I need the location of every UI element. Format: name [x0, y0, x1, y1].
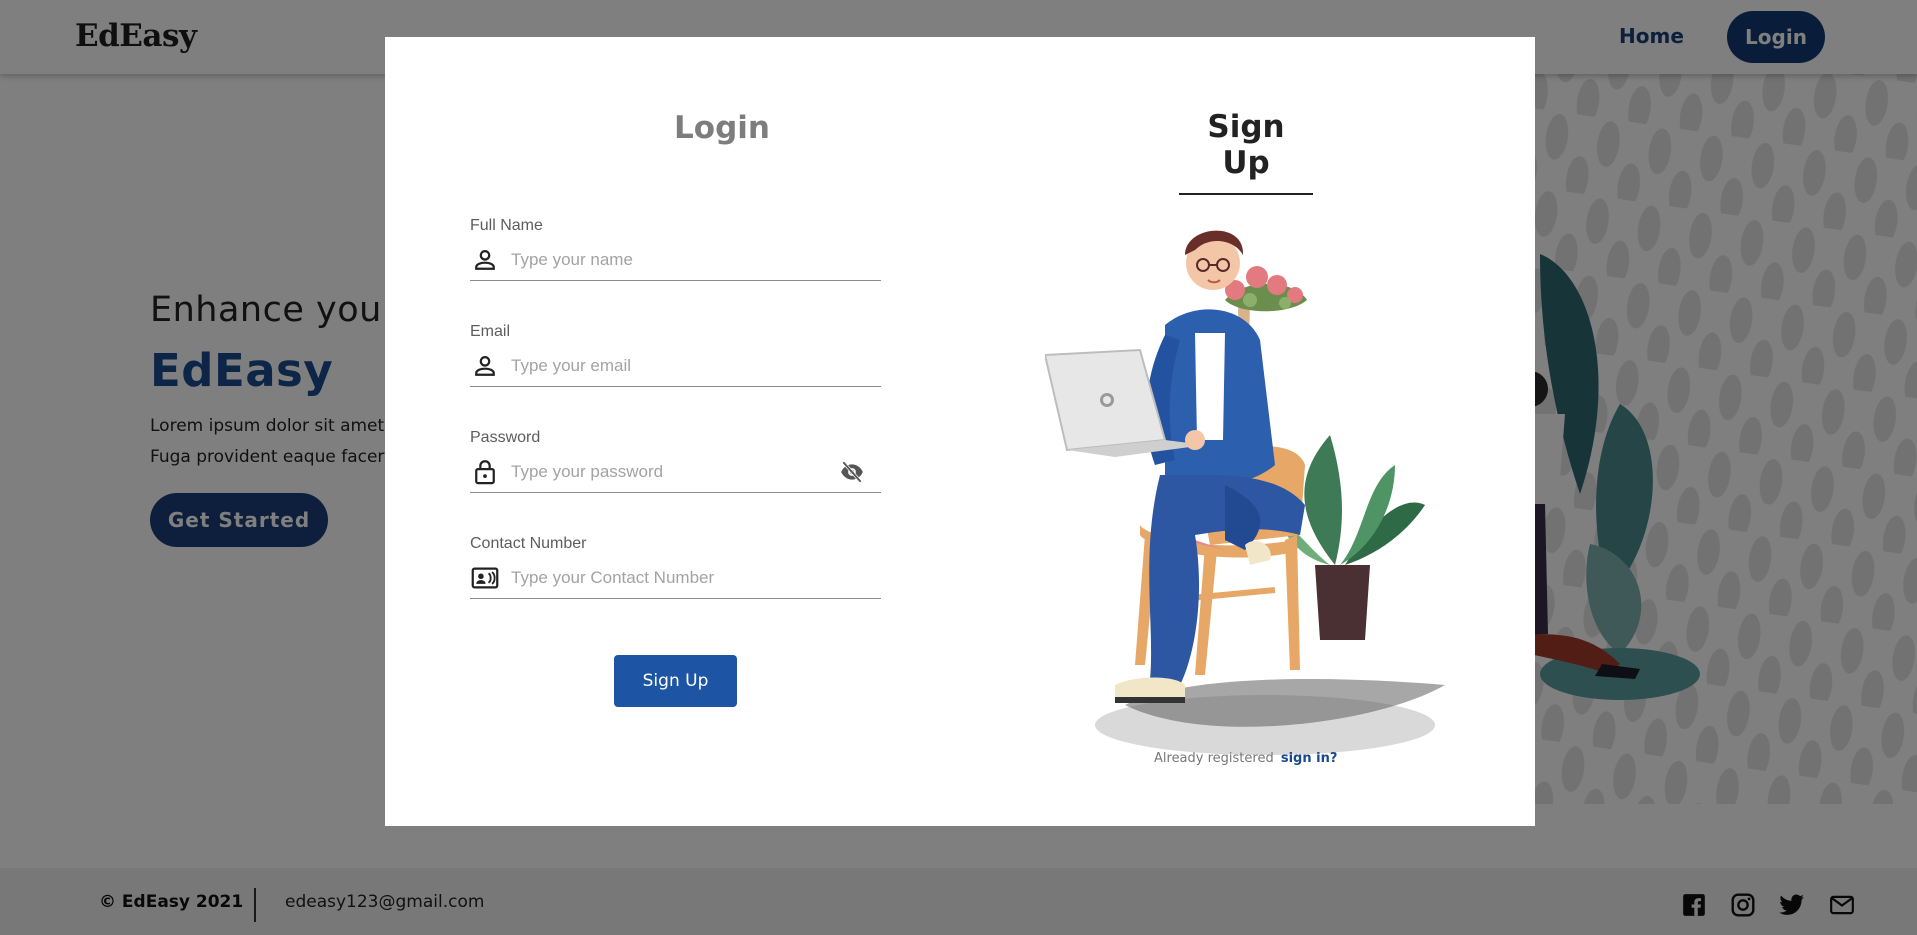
tab-login[interactable]: Login — [634, 110, 810, 146]
sign-in-link[interactable]: sign in? — [1281, 751, 1338, 766]
already-registered-label: Already registered — [1154, 751, 1274, 766]
password-row — [470, 451, 881, 493]
user-icon — [475, 249, 495, 270]
email-label: Email — [470, 323, 511, 340]
auth-modal: Login Sign Up Full Name Email Password — [385, 37, 1535, 826]
person-with-laptop-illustration — [1045, 230, 1445, 755]
contact-number-field: Contact Number — [470, 535, 881, 599]
full-name-label: Full Name — [470, 217, 543, 234]
password-label: Password — [470, 429, 541, 446]
email-row — [470, 345, 881, 387]
contact-number-input[interactable] — [511, 567, 811, 588]
user-icon — [475, 355, 495, 376]
lock-icon — [475, 459, 495, 484]
tab-signup[interactable]: Sign Up — [1179, 109, 1313, 195]
contact-number-row — [470, 557, 881, 599]
email-field: Email — [470, 323, 881, 387]
sign-up-button[interactable]: Sign Up — [614, 655, 737, 707]
contact-number-label: Contact Number — [470, 535, 587, 552]
already-registered-text: Already registered sign in? — [1154, 751, 1337, 766]
email-input[interactable] — [511, 355, 811, 376]
full-name-field: Full Name — [470, 217, 881, 281]
eye-off-icon[interactable] — [837, 459, 867, 485]
password-field: Password — [470, 429, 881, 493]
full-name-row — [470, 239, 881, 281]
password-input[interactable] — [511, 461, 811, 482]
contact-card-icon — [471, 567, 499, 588]
full-name-input[interactable] — [511, 249, 811, 270]
